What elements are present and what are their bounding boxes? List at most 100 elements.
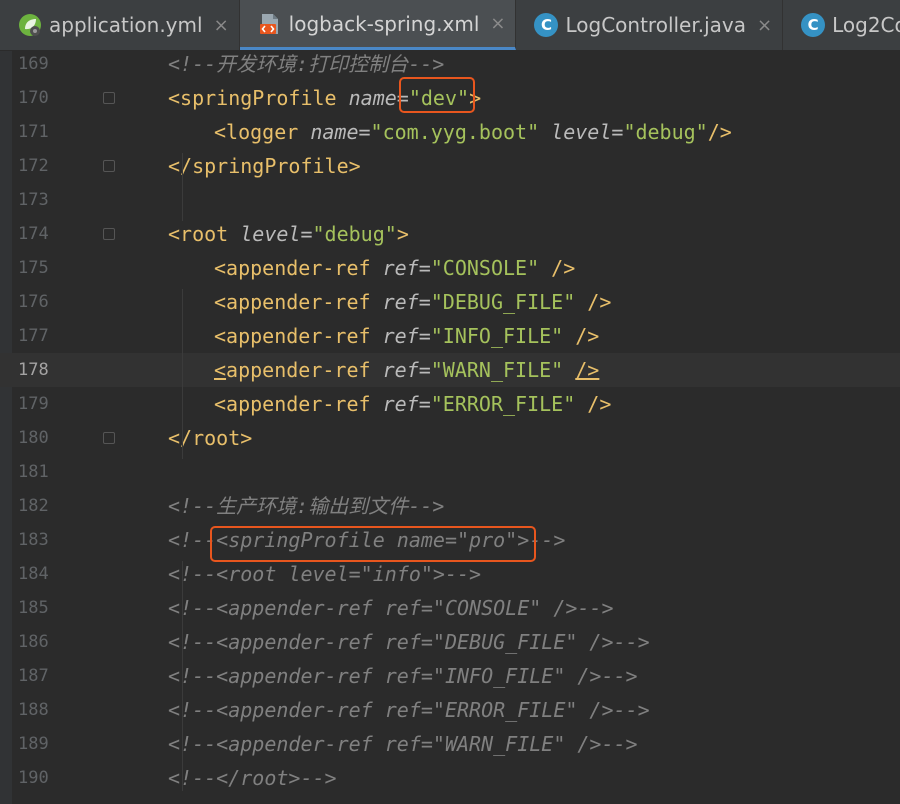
xml-file-icon bbox=[258, 12, 282, 36]
tab-logback-spring-xml[interactable]: logback-spring.xml × bbox=[239, 0, 517, 50]
tab-application-yml[interactable]: application.yml × bbox=[0, 0, 240, 50]
code-editor[interactable]: 169 <!--开发环境:打印控制台--> 170 <springProfile na… bbox=[0, 51, 900, 804]
code-text: <logger name="com.yyg.boot" level="debug… bbox=[214, 115, 732, 149]
code-line[interactable]: 189 <!--<appender-ref ref="WARN_FILE" />-… bbox=[0, 727, 900, 761]
code-token: </root> bbox=[168, 426, 253, 450]
line-number[interactable]: 189 bbox=[18, 727, 58, 761]
java-class-icon: C bbox=[534, 13, 559, 37]
code-token: ref bbox=[382, 392, 419, 416]
code-token: "WARN_FILE" bbox=[430, 358, 576, 382]
line-number[interactable]: 174 bbox=[18, 217, 58, 251]
line-number[interactable]: 173 bbox=[18, 183, 58, 217]
code-line[interactable]: 172 </springProfile> bbox=[0, 149, 900, 183]
code-token: <!--<appender-ref ref="CONSOLE" />--> bbox=[168, 596, 614, 620]
code-line[interactable]: 181 bbox=[0, 455, 900, 489]
code-token: < bbox=[214, 358, 227, 382]
line-number[interactable]: 184 bbox=[18, 557, 58, 591]
code-text: <!--<appender-ref ref="ERROR_FILE" />--> bbox=[168, 693, 650, 727]
tab-close-icon[interactable]: × bbox=[214, 15, 229, 36]
code-text: <!--<root level="info">--> bbox=[168, 557, 481, 591]
code-token: level bbox=[551, 120, 612, 144]
line-number[interactable]: 175 bbox=[18, 251, 58, 285]
code-text: <!--<appender-ref ref="CONSOLE" />--> bbox=[168, 591, 614, 625]
code-token: </springProfile> bbox=[168, 154, 361, 178]
code-token: /> bbox=[551, 256, 576, 280]
code-token: /> bbox=[575, 324, 600, 348]
line-number[interactable]: 188 bbox=[18, 693, 58, 727]
code-token: = bbox=[418, 392, 431, 416]
highlight-box bbox=[399, 77, 475, 113]
line-number[interactable]: 178 bbox=[18, 353, 58, 387]
code-token: <!--<root level="info">--> bbox=[168, 562, 482, 586]
code-line[interactable]: 177 <appender-ref ref="INFO_FILE" /> bbox=[0, 319, 900, 353]
line-number[interactable]: 187 bbox=[18, 659, 58, 693]
code-line[interactable]: 179 <appender-ref ref="ERROR_FILE" /> bbox=[0, 387, 900, 421]
editor-tab-bar: application.yml × logback-spring.xml × C… bbox=[0, 0, 900, 51]
indent-guide bbox=[182, 561, 183, 791]
code-token: "debug" bbox=[312, 222, 397, 246]
code-token: <logger bbox=[214, 120, 311, 144]
line-number[interactable]: 186 bbox=[18, 625, 58, 659]
line-number[interactable]: 170 bbox=[18, 81, 58, 115]
code-token: > bbox=[396, 222, 409, 246]
line-number[interactable]: 171 bbox=[18, 115, 58, 149]
line-number[interactable]: 179 bbox=[18, 387, 58, 421]
code-token: /> bbox=[587, 392, 612, 416]
code-token: <springProfile bbox=[168, 86, 349, 110]
fold-marker-icon[interactable] bbox=[103, 92, 115, 104]
code-line[interactable]: 176 <appender-ref ref="DEBUG_FILE" /> bbox=[0, 285, 900, 319]
code-token: <root bbox=[168, 222, 241, 246]
code-token: ref bbox=[382, 324, 419, 348]
tab-logcontroller-java[interactable]: C LogController.java × bbox=[516, 0, 784, 50]
fold-marker-icon[interactable] bbox=[103, 228, 115, 240]
code-token: name bbox=[348, 86, 397, 110]
code-line[interactable]: 190 <!--</root>--> bbox=[0, 761, 900, 795]
line-number[interactable]: 183 bbox=[18, 523, 58, 557]
tab-label: Log2Controlle bbox=[832, 13, 900, 37]
code-token: <!--<appender-ref ref="WARN_FILE" />--> bbox=[168, 732, 638, 756]
code-text: <!--<appender-ref ref="WARN_FILE" />--> bbox=[168, 727, 638, 761]
line-number[interactable]: 185 bbox=[18, 591, 58, 625]
code-line[interactable]: 174 <root level="debug"> bbox=[0, 217, 900, 251]
fold-marker-icon[interactable] bbox=[103, 432, 115, 444]
fold-marker-icon[interactable] bbox=[103, 160, 115, 172]
code-token: "com.yyg.boot" bbox=[370, 120, 552, 144]
code-text: <root level="debug"> bbox=[168, 217, 409, 251]
code-text: <!--</root>--> bbox=[168, 761, 337, 795]
code-line[interactable]: 182 <!--生产环境:输出到文件--> bbox=[0, 489, 900, 523]
line-number[interactable]: 172 bbox=[18, 149, 58, 183]
code-line[interactable]: 173 bbox=[0, 183, 900, 217]
code-token: = bbox=[611, 120, 624, 144]
code-text: <appender-ref ref="DEBUG_FILE" /> bbox=[214, 285, 611, 319]
line-number[interactable]: 177 bbox=[18, 319, 58, 353]
tab-log2controller-java[interactable]: C Log2Controlle bbox=[783, 0, 900, 50]
code-text: <appender-ref ref="INFO_FILE" /> bbox=[214, 319, 599, 353]
code-token: = bbox=[300, 222, 313, 246]
code-line[interactable]: 178 <appender-ref ref="WARN_FILE" /> bbox=[0, 353, 900, 387]
code-line[interactable]: 171 <logger name="com.yyg.boot" level="de… bbox=[0, 115, 900, 149]
line-number[interactable]: 190 bbox=[18, 761, 58, 795]
line-number[interactable]: 182 bbox=[18, 489, 58, 523]
code-token: name bbox=[310, 120, 359, 144]
code-token: "INFO_FILE" bbox=[430, 324, 576, 348]
code-token: <!--</root>--> bbox=[168, 766, 337, 790]
line-number[interactable]: 181 bbox=[18, 455, 58, 489]
highlight-box bbox=[210, 526, 536, 562]
code-line[interactable]: 186 <!--<appender-ref ref="DEBUG_FILE" />… bbox=[0, 625, 900, 659]
spring-leaf-icon bbox=[18, 13, 42, 37]
code-line[interactable]: 187 <!--<appender-ref ref="INFO_FILE" />-… bbox=[0, 659, 900, 693]
code-token: <!--<appender-ref ref="INFO_FILE" />--> bbox=[168, 664, 638, 688]
java-class-icon: C bbox=[801, 13, 826, 37]
code-line[interactable]: 175 <appender-ref ref="CONSOLE" /> bbox=[0, 251, 900, 285]
code-token: /> bbox=[587, 290, 612, 314]
code-line[interactable]: 185 <!--<appender-ref ref="CONSOLE" />--> bbox=[0, 591, 900, 625]
code-text: </springProfile> bbox=[168, 149, 361, 183]
line-number[interactable]: 176 bbox=[18, 285, 58, 319]
tab-close-icon[interactable]: × bbox=[757, 15, 772, 36]
code-line[interactable]: 188 <!--<appender-ref ref="ERROR_FILE" />… bbox=[0, 693, 900, 727]
line-number[interactable]: 169 bbox=[18, 51, 58, 81]
code-line[interactable]: 180 </root> bbox=[0, 421, 900, 455]
line-number[interactable]: 180 bbox=[18, 421, 58, 455]
code-line[interactable]: 184 <!--<root level="info">--> bbox=[0, 557, 900, 591]
tab-close-icon[interactable]: × bbox=[490, 13, 505, 34]
